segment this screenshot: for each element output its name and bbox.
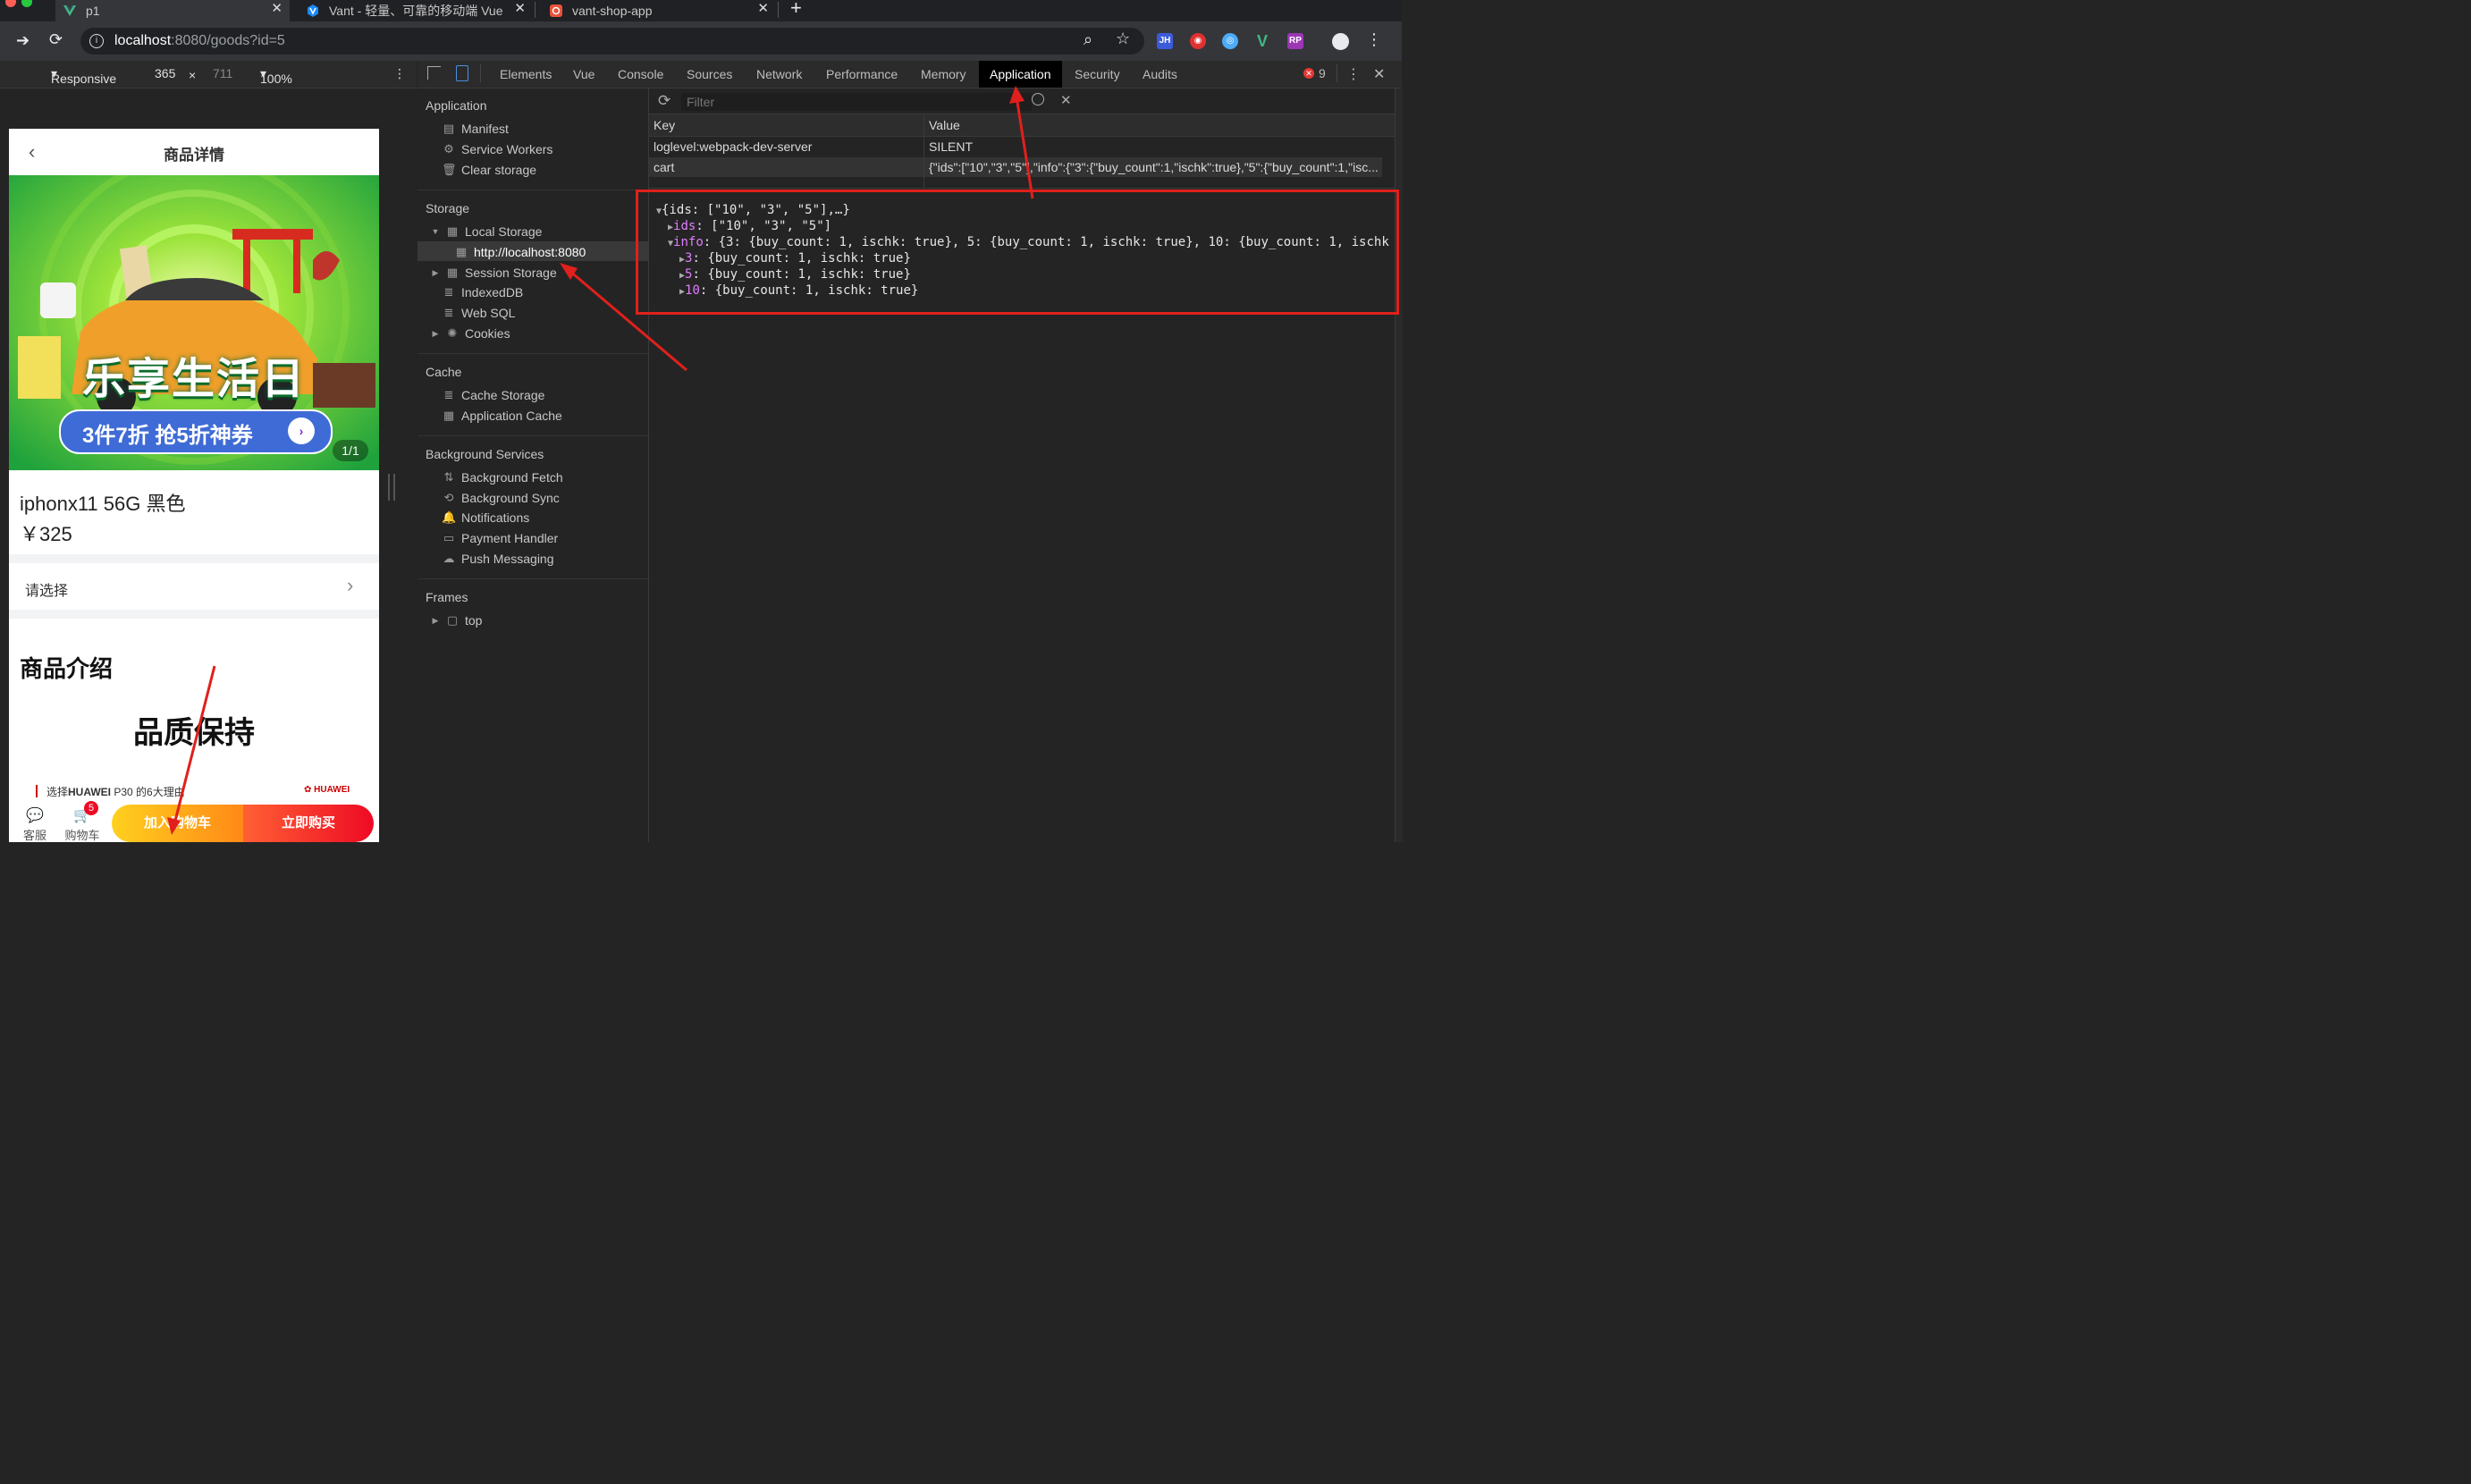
annotation-arrows <box>167 86 1034 835</box>
